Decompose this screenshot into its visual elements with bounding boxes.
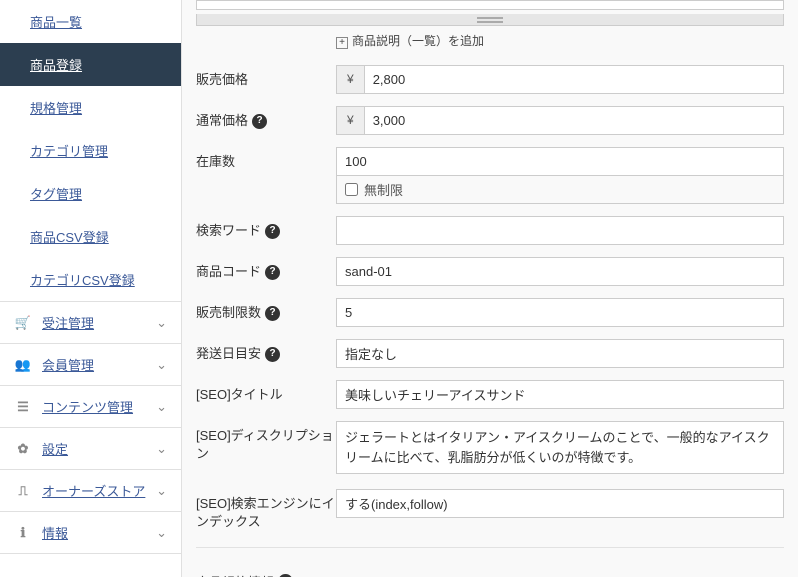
sidebar-item-tag-manage[interactable]: タグ管理: [0, 172, 181, 215]
variation-header-label: 商品規格情報: [196, 572, 274, 577]
sidebar-section-order[interactable]: 🛒 受注管理 ⌄: [0, 301, 181, 343]
seo-index-label: [SEO]検索エンジンにインデックス: [196, 489, 336, 531]
seo-desc-textarea[interactable]: ジェラートとはイタリアン・アイスクリームのことで、一般的なアイスクリームに比べて…: [336, 421, 784, 474]
sidebar-section-info[interactable]: ℹ 情報 ⌄: [0, 511, 181, 554]
currency-prefix: ¥: [336, 106, 364, 135]
users-icon: 👥: [14, 357, 32, 373]
chevron-down-icon: ⌄: [156, 483, 167, 499]
variation-section-header[interactable]: 商品規格情報 ? ˄: [196, 558, 784, 577]
sidebar-item-category-manage[interactable]: カテゴリ管理: [0, 129, 181, 172]
stock-input[interactable]: [336, 147, 784, 176]
sidebar-item-spec-manage[interactable]: 規格管理: [0, 86, 181, 129]
description-editor-bottom[interactable]: [196, 0, 784, 10]
product-code-label: 商品コード: [196, 263, 261, 281]
sidebar-item-product-register[interactable]: 商品登録: [0, 43, 181, 86]
stock-label: 在庫数: [196, 147, 336, 171]
help-icon[interactable]: ?: [265, 224, 280, 239]
add-description-label: 商品説明（一覧）を追加: [352, 34, 484, 48]
unlimited-label: 無制限: [364, 180, 403, 199]
product-subnav: 商品一覧 商品登録 規格管理 カテゴリ管理 タグ管理 商品CSV登録 カテゴリC…: [0, 0, 181, 301]
sidebar-item-product-list[interactable]: 商品一覧: [0, 0, 181, 43]
sidebar-label: 情報: [42, 523, 156, 542]
sale-price-input[interactable]: [364, 65, 784, 94]
main-content: + 商品説明（一覧）を追加 販売価格 ¥ 通常価格? ¥ 在庫数: [182, 0, 798, 577]
drag-handle-icon: [477, 17, 503, 23]
sidebar: 商品一覧 商品登録 規格管理 カテゴリ管理 タグ管理 商品CSV登録 カテゴリC…: [0, 0, 182, 577]
sidebar-item-product-csv[interactable]: 商品CSV登録: [0, 215, 181, 258]
chevron-down-icon: ⌄: [156, 525, 167, 541]
gear-icon: ✿: [14, 441, 32, 457]
chevron-down-icon: ⌄: [156, 315, 167, 331]
chevron-down-icon: ⌄: [156, 399, 167, 415]
seo-desc-label: [SEO]ディスクリプション: [196, 421, 336, 463]
help-icon[interactable]: ?: [265, 347, 280, 362]
info-icon: ℹ: [14, 525, 32, 541]
product-code-input[interactable]: [336, 257, 784, 286]
add-description-link[interactable]: + 商品説明（一覧）を追加: [196, 30, 784, 59]
plug-icon: ⎍: [14, 483, 32, 499]
sale-limit-input[interactable]: [336, 298, 784, 327]
help-icon[interactable]: ?: [252, 114, 267, 129]
unlimited-checkbox[interactable]: [345, 183, 358, 196]
regular-price-label: 通常価格: [196, 112, 248, 130]
section-divider: [196, 547, 784, 548]
regular-price-input[interactable]: [364, 106, 784, 135]
sidebar-label: 設定: [42, 439, 156, 458]
sidebar-label: 会員管理: [42, 355, 156, 374]
search-word-label: 検索ワード: [196, 222, 261, 240]
sidebar-section-member[interactable]: 👥 会員管理 ⌄: [0, 343, 181, 385]
seo-index-select[interactable]: [336, 489, 784, 518]
document-icon: ☰: [14, 399, 32, 415]
sidebar-label: オーナーズストア: [42, 481, 156, 500]
delivery-date-label: 発送日目安: [196, 345, 261, 363]
delivery-date-select[interactable]: [336, 339, 784, 368]
sidebar-section-owners[interactable]: ⎍ オーナーズストア ⌄: [0, 469, 181, 511]
help-icon[interactable]: ?: [265, 306, 280, 321]
sidebar-section-contents[interactable]: ☰ コンテンツ管理 ⌄: [0, 385, 181, 427]
sidebar-section-settings[interactable]: ✿ 設定 ⌄: [0, 427, 181, 469]
seo-title-label: [SEO]タイトル: [196, 380, 336, 404]
currency-prefix: ¥: [336, 65, 364, 94]
sidebar-item-category-csv[interactable]: カテゴリCSV登録: [0, 258, 181, 301]
sale-limit-label: 販売制限数: [196, 304, 261, 322]
plus-icon: +: [336, 37, 348, 49]
seo-title-input[interactable]: [336, 380, 784, 409]
search-word-input[interactable]: [336, 216, 784, 245]
help-icon[interactable]: ?: [265, 265, 280, 280]
sidebar-label: 受注管理: [42, 313, 156, 332]
drag-handle-bar[interactable]: [196, 14, 784, 26]
sidebar-label: コンテンツ管理: [42, 397, 156, 416]
cart-icon: 🛒: [14, 315, 32, 331]
sale-price-label: 販売価格: [196, 65, 336, 89]
chevron-down-icon: ⌄: [156, 357, 167, 373]
chevron-down-icon: ⌄: [156, 441, 167, 457]
